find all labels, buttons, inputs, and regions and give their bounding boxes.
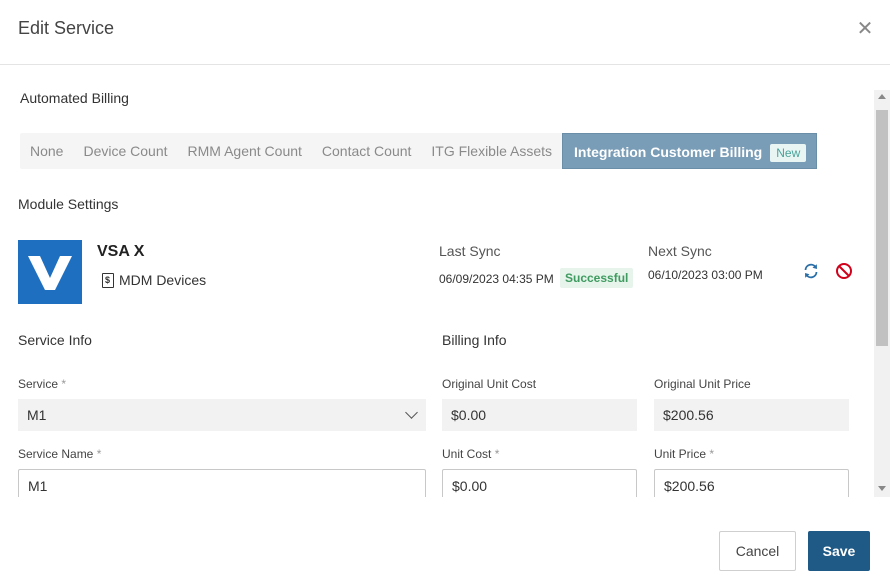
cancel-button[interactable]: Cancel	[719, 531, 796, 571]
service-select-value: M1	[27, 407, 47, 423]
last-sync-value: 06/09/2023 04:35 PM	[439, 272, 554, 286]
unit-price-field-label: Unit Price *	[654, 447, 714, 461]
service-name-field-label: Service Name *	[18, 447, 101, 461]
unit-cost-label-text: Unit Cost	[442, 447, 492, 461]
tab-device-count[interactable]: Device Count	[73, 133, 177, 169]
service-label-text: Service	[18, 377, 59, 391]
tab-contact-count[interactable]: Contact Count	[312, 133, 422, 169]
scroll-down-icon[interactable]	[878, 486, 886, 491]
chevron-down-icon	[405, 406, 418, 419]
automated-billing-label: Automated Billing	[20, 90, 129, 106]
required-mark: *	[96, 447, 102, 461]
scroll-up-icon[interactable]	[878, 94, 886, 99]
module-settings-label: Module Settings	[18, 196, 119, 212]
billing-tabs: None Device Count RMM Agent Count Contac…	[20, 133, 818, 169]
required-mark: *	[61, 377, 67, 391]
tab-itg-flexible-assets[interactable]: ITG Flexible Assets	[421, 133, 562, 169]
next-sync-value: 06/10/2023 03:00 PM	[648, 268, 763, 282]
scrollbar[interactable]	[874, 90, 890, 497]
dialog-header: Edit Service ✕	[0, 0, 890, 65]
required-mark: *	[709, 447, 715, 461]
required-mark: *	[494, 447, 500, 461]
vsa-logo	[18, 240, 82, 304]
new-badge: New	[770, 144, 807, 162]
dialog-title: Edit Service	[18, 18, 115, 38]
original-unit-price-label: Original Unit Price	[654, 377, 751, 391]
tab-none[interactable]: None	[20, 133, 73, 169]
service-select[interactable]: M1	[18, 399, 426, 431]
close-icon[interactable]: ✕	[856, 19, 874, 39]
sync-status-badge: Successful	[560, 268, 634, 288]
original-unit-cost-label: Original Unit Cost	[442, 377, 537, 391]
service-name-label-text: Service Name	[18, 447, 94, 461]
billing-info-label: Billing Info	[442, 332, 507, 348]
unit-price-label-text: Unit Price	[654, 447, 707, 461]
original-unit-cost-field: $0.00	[442, 399, 637, 431]
save-button[interactable]: Save	[808, 531, 870, 571]
document-dollar-icon	[102, 272, 114, 288]
service-info-label: Service Info	[18, 332, 92, 348]
sync-icon[interactable]	[802, 262, 820, 280]
disable-icon[interactable]	[835, 262, 853, 280]
next-sync-label: Next Sync	[648, 243, 712, 259]
last-sync-label: Last Sync	[439, 243, 501, 259]
module-type: MDM Devices	[102, 272, 206, 288]
tab-label: Integration Customer Billing	[574, 144, 763, 160]
module-type-label: MDM Devices	[119, 272, 207, 288]
original-unit-price-field: $200.56	[654, 399, 849, 431]
unit-cost-field-label: Unit Cost *	[442, 447, 499, 461]
tab-integration-customer-billing[interactable]: Integration Customer Billing New	[562, 133, 818, 169]
service-field-label: Service *	[18, 377, 66, 391]
integration-name: VSA X	[97, 243, 145, 260]
scroll-thumb[interactable]	[876, 110, 888, 346]
tab-rmm-agent-count[interactable]: RMM Agent Count	[178, 133, 312, 169]
